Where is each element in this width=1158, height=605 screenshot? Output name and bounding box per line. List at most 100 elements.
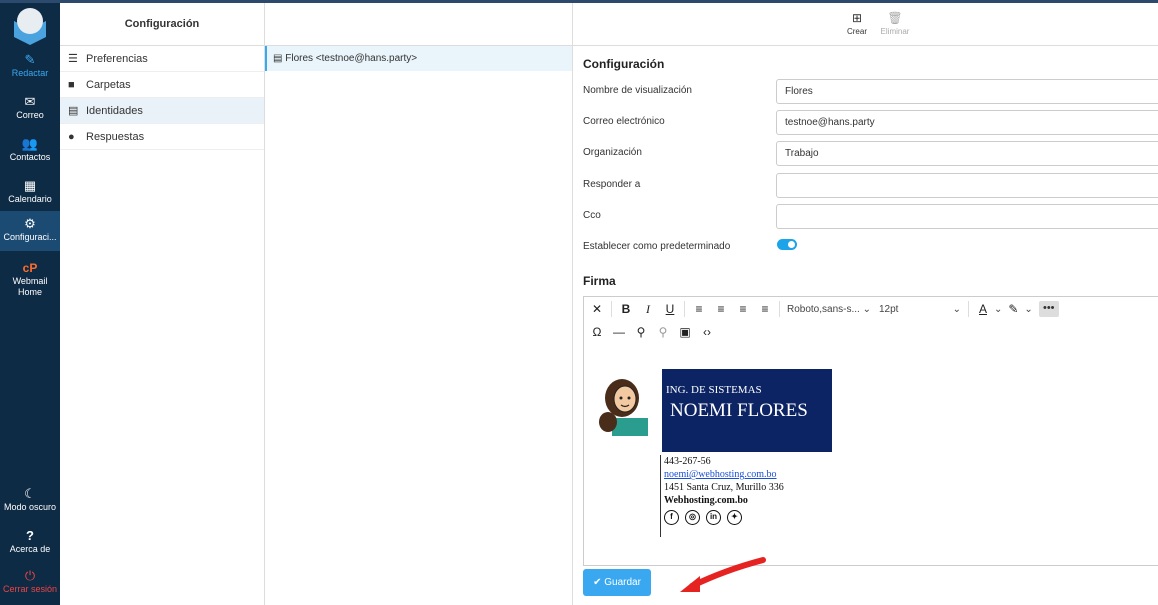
settings-item-preferences[interactable]: ☰ Preferencias — [60, 46, 264, 72]
reply-to-field[interactable] — [776, 173, 1158, 198]
bold-icon[interactable]: B — [617, 302, 635, 316]
horizontal-rule-icon[interactable]: — — [610, 325, 628, 339]
identity-list-item[interactable]: ▤ Flores <testnoe@hans.party> — [265, 46, 572, 71]
editor-toolbar-row-2: Ω — ⚲ ⚲ ▣ ‹› — [586, 321, 718, 343]
signature-banner: ING. DE SISTEMAS NOEMI FLORES — [662, 369, 832, 452]
nav-settings[interactable]: ⚙ Configuraci... — [0, 211, 60, 251]
settings-item-identities[interactable]: ▤ Identidades — [60, 98, 264, 124]
special-char-icon[interactable]: Ω — [588, 325, 606, 339]
email-field[interactable]: testnoe@hans.party — [776, 110, 1158, 135]
default-row: Establecer como predeterminado — [583, 235, 1158, 261]
organization-label: Organización — [583, 147, 642, 158]
check-icon: ✔ — [593, 577, 605, 588]
main-nav: ✎ Redactar ✉ Correo 👥 Contactos ▦ Calend… — [0, 3, 60, 605]
reply-to-row: Responder a — [583, 173, 1158, 199]
annotation-arrow — [680, 557, 766, 592]
align-right-icon[interactable]: ≡ — [734, 302, 752, 316]
settings-item-folders[interactable]: ■ Carpetas — [60, 72, 264, 98]
settings-panel: Configuración ☰ Preferencias ■ Carpetas ▤ I… — [60, 3, 265, 605]
nav-compose[interactable]: ✎ Redactar — [0, 47, 60, 87]
signature-email-link[interactable]: noemi@webhosting.com.bo — [664, 468, 860, 481]
image-icon[interactable]: ▣ — [676, 325, 694, 339]
reply-to-label: Responder a — [583, 179, 641, 190]
calendar-icon: ▦ — [23, 178, 37, 193]
text-color-icon[interactable]: A — [974, 302, 992, 316]
editor-toolbar-row-1: ✕ B I U ≡ ≡ ≡ ≡ Roboto,sans-s... ⌄ 12pt ⌄… — [586, 298, 1059, 320]
linkedin-icon[interactable]: in — [706, 510, 721, 525]
nav-about[interactable]: ? Acerca de — [0, 523, 60, 563]
nav-webmail-home[interactable]: cP Webmail Home — [0, 255, 60, 301]
sliders-icon: ☰ — [68, 53, 78, 65]
font-family-select[interactable]: Roboto,sans-s... ⌄ — [787, 304, 871, 315]
nav-contacts[interactable]: 👥 Contactos — [0, 131, 60, 171]
bcc-label: Cco — [583, 210, 601, 221]
roundcube-logo — [14, 8, 46, 45]
organization-row: Organización Trabajo — [583, 141, 1158, 167]
nav-calendar[interactable]: ▦ Calendario — [0, 173, 60, 213]
source-code-icon[interactable]: ‹› — [698, 325, 716, 339]
settings-title: Configuración — [60, 3, 264, 46]
instagram-icon[interactable]: ◎ — [685, 510, 700, 525]
trash-icon: 🗑 — [887, 11, 903, 25]
signature-company: Webhosting.com.bo — [664, 495, 748, 506]
identities-panel: ▤ Flores <testnoe@hans.party> — [265, 3, 573, 605]
folder-icon: ■ — [68, 79, 75, 91]
signature-address: 1451 Santa Cruz, Murillo 336 — [664, 482, 784, 493]
compose-icon: ✎ — [24, 52, 36, 67]
signature-details: 443-267-56 noemi@webhosting.com.bo 1451 … — [660, 455, 860, 537]
id-card-icon: ▤ — [273, 53, 286, 64]
align-justify-icon[interactable]: ≡ — [756, 302, 774, 316]
font-size-select[interactable]: 12pt ⌄ — [879, 304, 961, 315]
nav-logout[interactable]: ⏻ Cerrar sesión — [0, 563, 60, 603]
email-row: Correo electrónico testnoe@hans.party — [583, 110, 1158, 136]
display-name-label: Nombre de visualización — [583, 85, 692, 96]
more-options-icon[interactable]: ••• — [1038, 301, 1059, 317]
delete-button[interactable]: 🗑 Eliminar — [880, 11, 910, 36]
display-name-row: Nombre de visualización Flores — [583, 79, 1158, 105]
align-left-icon[interactable]: ≡ — [690, 302, 708, 316]
id-card-icon: ▤ — [68, 105, 79, 117]
save-button[interactable]: ✔ Guardar — [583, 569, 651, 596]
power-icon: ⏻ — [24, 568, 36, 583]
signature-title: Firma — [583, 274, 616, 288]
email-label: Correo electrónico — [583, 116, 665, 127]
settings-item-responses[interactable]: ● Respuestas — [60, 124, 264, 150]
italic-icon[interactable]: I — [639, 302, 657, 317]
default-label: Establecer como predeterminado — [583, 241, 731, 252]
social-icons: f ◎ in ✦ — [664, 510, 860, 525]
mail-icon: ✉ — [24, 94, 36, 109]
signature-name: NOEMI FLORES — [670, 400, 808, 421]
signature-role: ING. DE SISTEMAS — [666, 384, 762, 396]
unlink-icon[interactable]: ⚲ — [654, 325, 672, 339]
identity-form-panel: ⊞ Crear 🗑 Eliminar Configuración Nombre … — [573, 3, 1158, 605]
comment-icon: ● — [68, 131, 75, 143]
moon-icon: ☾ — [24, 486, 36, 501]
identities-header — [265, 3, 572, 46]
chevron-down-icon[interactable]: ⌄ — [994, 304, 1002, 315]
bcc-row: Cco — [583, 204, 1158, 230]
facebook-icon[interactable]: f — [664, 510, 679, 525]
contacts-icon: 👥 — [21, 136, 39, 151]
link-icon[interactable]: ⚲ — [632, 325, 650, 339]
nav-mail[interactable]: ✉ Correo — [0, 89, 60, 129]
plus-square-icon: ⊞ — [851, 11, 863, 25]
twitter-icon[interactable]: ✦ — [727, 510, 742, 525]
nav-dark-mode[interactable]: ☾ Modo oscuro — [0, 481, 60, 521]
display-name-field[interactable]: Flores — [776, 79, 1158, 104]
create-button[interactable]: ⊞ Crear — [842, 11, 872, 36]
signature-phone: 443-267-56 — [664, 456, 711, 467]
signature-editor[interactable]: ✕ B I U ≡ ≡ ≡ ≡ Roboto,sans-s... ⌄ 12pt ⌄… — [583, 296, 1158, 566]
clear-format-icon[interactable]: ✕ — [588, 302, 606, 316]
help-icon: ? — [26, 528, 34, 543]
woman-avatar-icon — [599, 379, 648, 436]
chevron-down-icon[interactable]: ⌄ — [1024, 304, 1032, 315]
identity-toolbar: ⊞ Crear 🗑 Eliminar — [573, 3, 1158, 46]
cpanel-icon: cP — [22, 261, 38, 275]
bcc-field[interactable] — [776, 204, 1158, 229]
organization-field[interactable]: Trabajo — [776, 141, 1158, 166]
align-center-icon[interactable]: ≡ — [712, 302, 730, 316]
default-toggle[interactable] — [777, 239, 797, 250]
underline-icon[interactable]: U — [661, 302, 679, 316]
highlight-icon[interactable]: ✎ — [1004, 302, 1022, 316]
gear-icon: ⚙ — [24, 216, 36, 231]
